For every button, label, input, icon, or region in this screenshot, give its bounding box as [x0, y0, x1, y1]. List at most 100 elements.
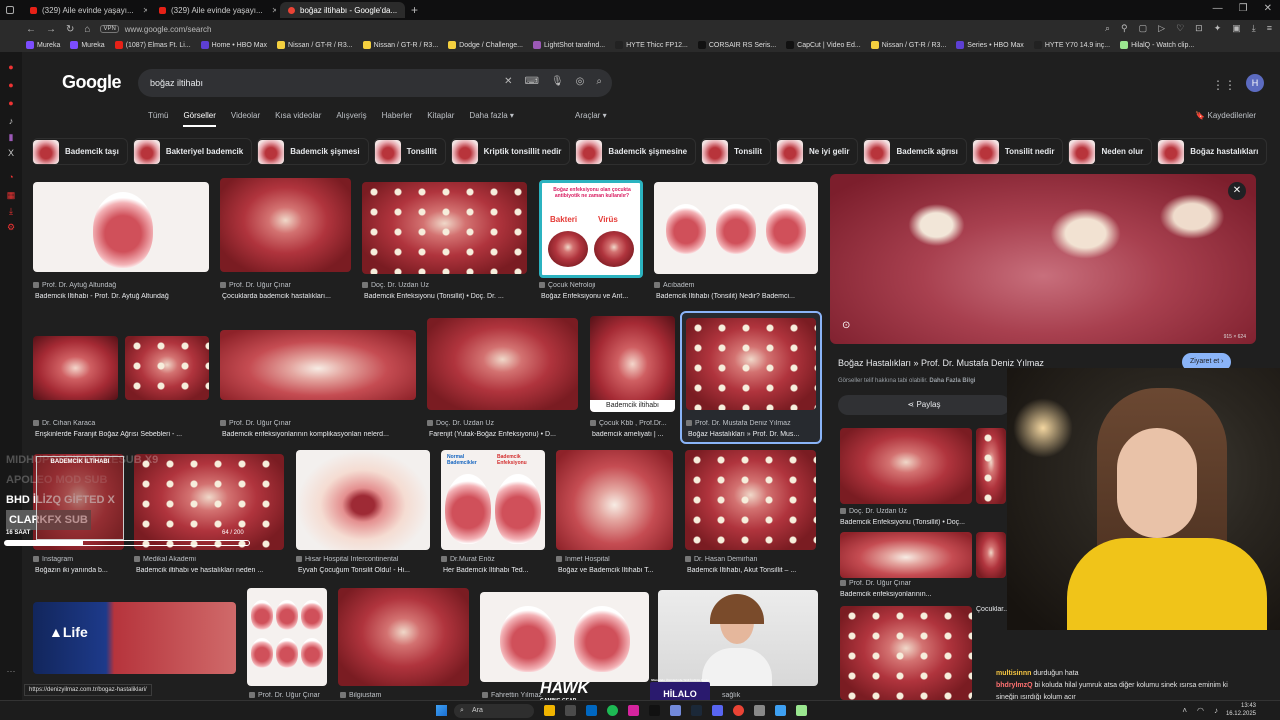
- close-preview-button[interactable]: ✕: [1228, 182, 1246, 200]
- download-icon[interactable]: ⤓: [1252, 23, 1256, 34]
- suggestion-chip[interactable]: Boğaz hastalıkları: [1157, 138, 1268, 165]
- sidebar-more-icon[interactable]: ⋯: [6, 666, 16, 676]
- result-source[interactable]: Prof. Dr. Uğur Çınar: [220, 282, 351, 289]
- search-tab[interactable]: Alışveriş: [336, 111, 366, 127]
- result-title[interactable]: bademcik ameliyatı | ...: [592, 431, 677, 438]
- lens-icon[interactable]: ⊙: [842, 320, 850, 331]
- heart-icon[interactable]: ♡: [1176, 23, 1184, 34]
- close-window-icon[interactable]: ✕: [1264, 3, 1272, 14]
- result-image[interactable]: [658, 590, 818, 686]
- result-source[interactable]: Medikal Akademi: [134, 556, 284, 563]
- suggestion-chip[interactable]: Bademcik taşı: [32, 138, 128, 165]
- keyboard-icon[interactable]: ⌨: [525, 76, 539, 87]
- bookmark-icon[interactable]: ⊡: [1195, 23, 1203, 34]
- result-title[interactable]: Boğaz Enfeksiyonu ve Ant...: [541, 293, 645, 300]
- result-title[interactable]: Her Bademcik İltihabı Ted...: [443, 567, 547, 574]
- snapshot-icon[interactable]: ▢: [1139, 23, 1148, 34]
- google-apps-icon[interactable]: ⋮⋮: [1212, 78, 1236, 92]
- maximize-icon[interactable]: ❐: [1239, 3, 1248, 14]
- bookmark-item[interactable]: Series • HBO Max: [956, 41, 1024, 49]
- bookmark-item[interactable]: HYTE Y70 14.9 inç...: [1033, 41, 1110, 49]
- result-source[interactable]: Instagram: [33, 556, 124, 563]
- url-field[interactable]: VPN www.google.com/search: [100, 25, 212, 34]
- result-image[interactable]: [427, 318, 578, 410]
- result-image[interactable]: ▲Life: [33, 602, 236, 674]
- window-menu-icon[interactable]: [6, 6, 14, 14]
- saved-button[interactable]: 🔖 Kaydedilenler: [1195, 111, 1256, 120]
- sidebar-x-icon[interactable]: X: [6, 148, 16, 158]
- bookmark-item[interactable]: Nissan / GT-R / R3...: [362, 41, 438, 49]
- result-title[interactable]: Boğazın iki yanında b...: [35, 567, 126, 574]
- bookmark-item[interactable]: CapCut | Video Ed...: [786, 41, 861, 49]
- result-title[interactable]: Eyvah Çocuğum Tonsilit Oldu! - Hi...: [298, 567, 432, 574]
- result-image[interactable]: [654, 182, 818, 274]
- result-title[interactable]: Boğaz ve Bademcik İltihabı T...: [558, 567, 675, 574]
- sidebar-bookmark-icon[interactable]: ▦: [6, 190, 16, 200]
- tab-youtube-1[interactable]: (329) Aile evinde yaşayı... ✕: [22, 2, 147, 18]
- sidebar-download-icon[interactable]: ⤓: [6, 206, 16, 216]
- lens-icon[interactable]: ◎: [576, 76, 585, 87]
- search-input[interactable]: boğaz iltihabı ✕ ⌨ 🎙 ◎ ⌕: [138, 69, 612, 97]
- play-icon[interactable]: ▷: [1158, 23, 1165, 34]
- wifi-icon[interactable]: ◠: [1197, 706, 1204, 715]
- taskbar-clock[interactable]: 13:43 16.12.2025: [1226, 702, 1256, 718]
- result-title[interactable]: Boğaz Hastalıkları » Prof. Dr. Mus...: [688, 431, 818, 438]
- close-tab-icon[interactable]: ✕: [143, 6, 147, 15]
- search-tab[interactable]: Haberler: [382, 111, 413, 127]
- share-button[interactable]: ⋖ Paylaş: [838, 395, 1010, 415]
- suggestion-chip[interactable]: Ne iyi gelir: [776, 138, 859, 165]
- taskbar-search[interactable]: ⌕ Ara: [454, 704, 534, 718]
- google-logo[interactable]: Google: [62, 72, 122, 93]
- suggestion-chip[interactable]: Tonsilit nedir: [971, 138, 1064, 165]
- suggestion-chip[interactable]: Bademcik ağrısı: [863, 138, 967, 165]
- suggestion-chip[interactable]: Bademcik şişmesine: [575, 138, 697, 165]
- sidebar-app-icon[interactable]: ●: [6, 98, 16, 108]
- result-source[interactable]: Acıbadem: [654, 282, 818, 289]
- related-source[interactable]: Prof. Dr. Uğur Çınar: [840, 580, 972, 587]
- result-title[interactable]: Çocuklarda bademcik hastalıkları...: [222, 293, 353, 300]
- search-tab[interactable]: Videolar: [231, 111, 260, 127]
- bookmark-item[interactable]: Nissan / GT-R / R3...: [870, 41, 946, 49]
- preview-title[interactable]: Boğaz Hastalıkları » Prof. Dr. Mustafa D…: [838, 358, 1044, 368]
- url-text[interactable]: www.google.com/search: [125, 25, 212, 34]
- result-source[interactable]: İnmet Hospital: [556, 556, 673, 563]
- result-title[interactable]: Bademcik İltihabı, Akut Tonsillit – ...: [687, 567, 818, 574]
- sidebar-app-icon[interactable]: ●: [6, 80, 16, 90]
- home-icon[interactable]: ⌂: [84, 24, 90, 35]
- result-title[interactable]: Bademcik İltihabı (Tonsilit) Nedir? Bade…: [656, 293, 820, 300]
- wallet-icon[interactable]: ▣: [1232, 23, 1241, 34]
- volume-icon[interactable]: ♪: [1214, 706, 1218, 715]
- bookmark-item[interactable]: Mureka: [70, 41, 105, 49]
- search-tab[interactable]: Kısa videolar: [275, 111, 321, 127]
- back-icon[interactable]: ←: [26, 24, 36, 35]
- result-image[interactable]: [220, 178, 351, 272]
- bookmark-item[interactable]: Mureka: [26, 41, 60, 49]
- result-image[interactable]: [296, 450, 430, 550]
- result-image[interactable]: [125, 336, 209, 400]
- result-image[interactable]: [247, 588, 327, 686]
- bookmark-item[interactable]: LightShot tarafınd...: [533, 41, 605, 49]
- search-icon[interactable]: ⌕: [596, 76, 602, 87]
- app-icon[interactable]: [712, 705, 723, 716]
- discord-icon[interactable]: [670, 705, 681, 716]
- result-source[interactable]: Dr. Hasan Demirhan: [685, 556, 816, 563]
- result-image[interactable]: [362, 182, 527, 274]
- result-image[interactable]: [480, 592, 649, 682]
- spotify-icon[interactable]: [607, 705, 618, 716]
- instagram-icon[interactable]: [628, 705, 639, 716]
- forward-icon[interactable]: →: [46, 24, 56, 35]
- store-icon[interactable]: [586, 705, 597, 716]
- bookmark-item[interactable]: (1087) Elmas Ft. Li...: [114, 41, 191, 49]
- windows-start-icon[interactable]: [436, 705, 447, 716]
- related-title[interactable]: Bademcik enfeksiyonlarının...: [840, 591, 972, 598]
- file-explorer-icon[interactable]: [544, 705, 555, 716]
- related-image[interactable]: [840, 428, 972, 504]
- result-image[interactable]: Bademcik iltihabı: [590, 316, 675, 412]
- result-image[interactable]: [33, 182, 209, 272]
- related-title[interactable]: Bademcik Enfeksiyonu (Tonsillit) • Doç..…: [840, 519, 972, 526]
- tab-google-search[interactable]: boğaz iltihabı - Google'da...✕: [280, 2, 405, 18]
- suggestion-chip[interactable]: Tonsilit: [701, 138, 771, 165]
- result-source[interactable]: Bilgiustam: [340, 692, 471, 699]
- result-image[interactable]: [338, 588, 469, 686]
- suggestion-chip[interactable]: Bademcik şişmesi: [257, 138, 369, 165]
